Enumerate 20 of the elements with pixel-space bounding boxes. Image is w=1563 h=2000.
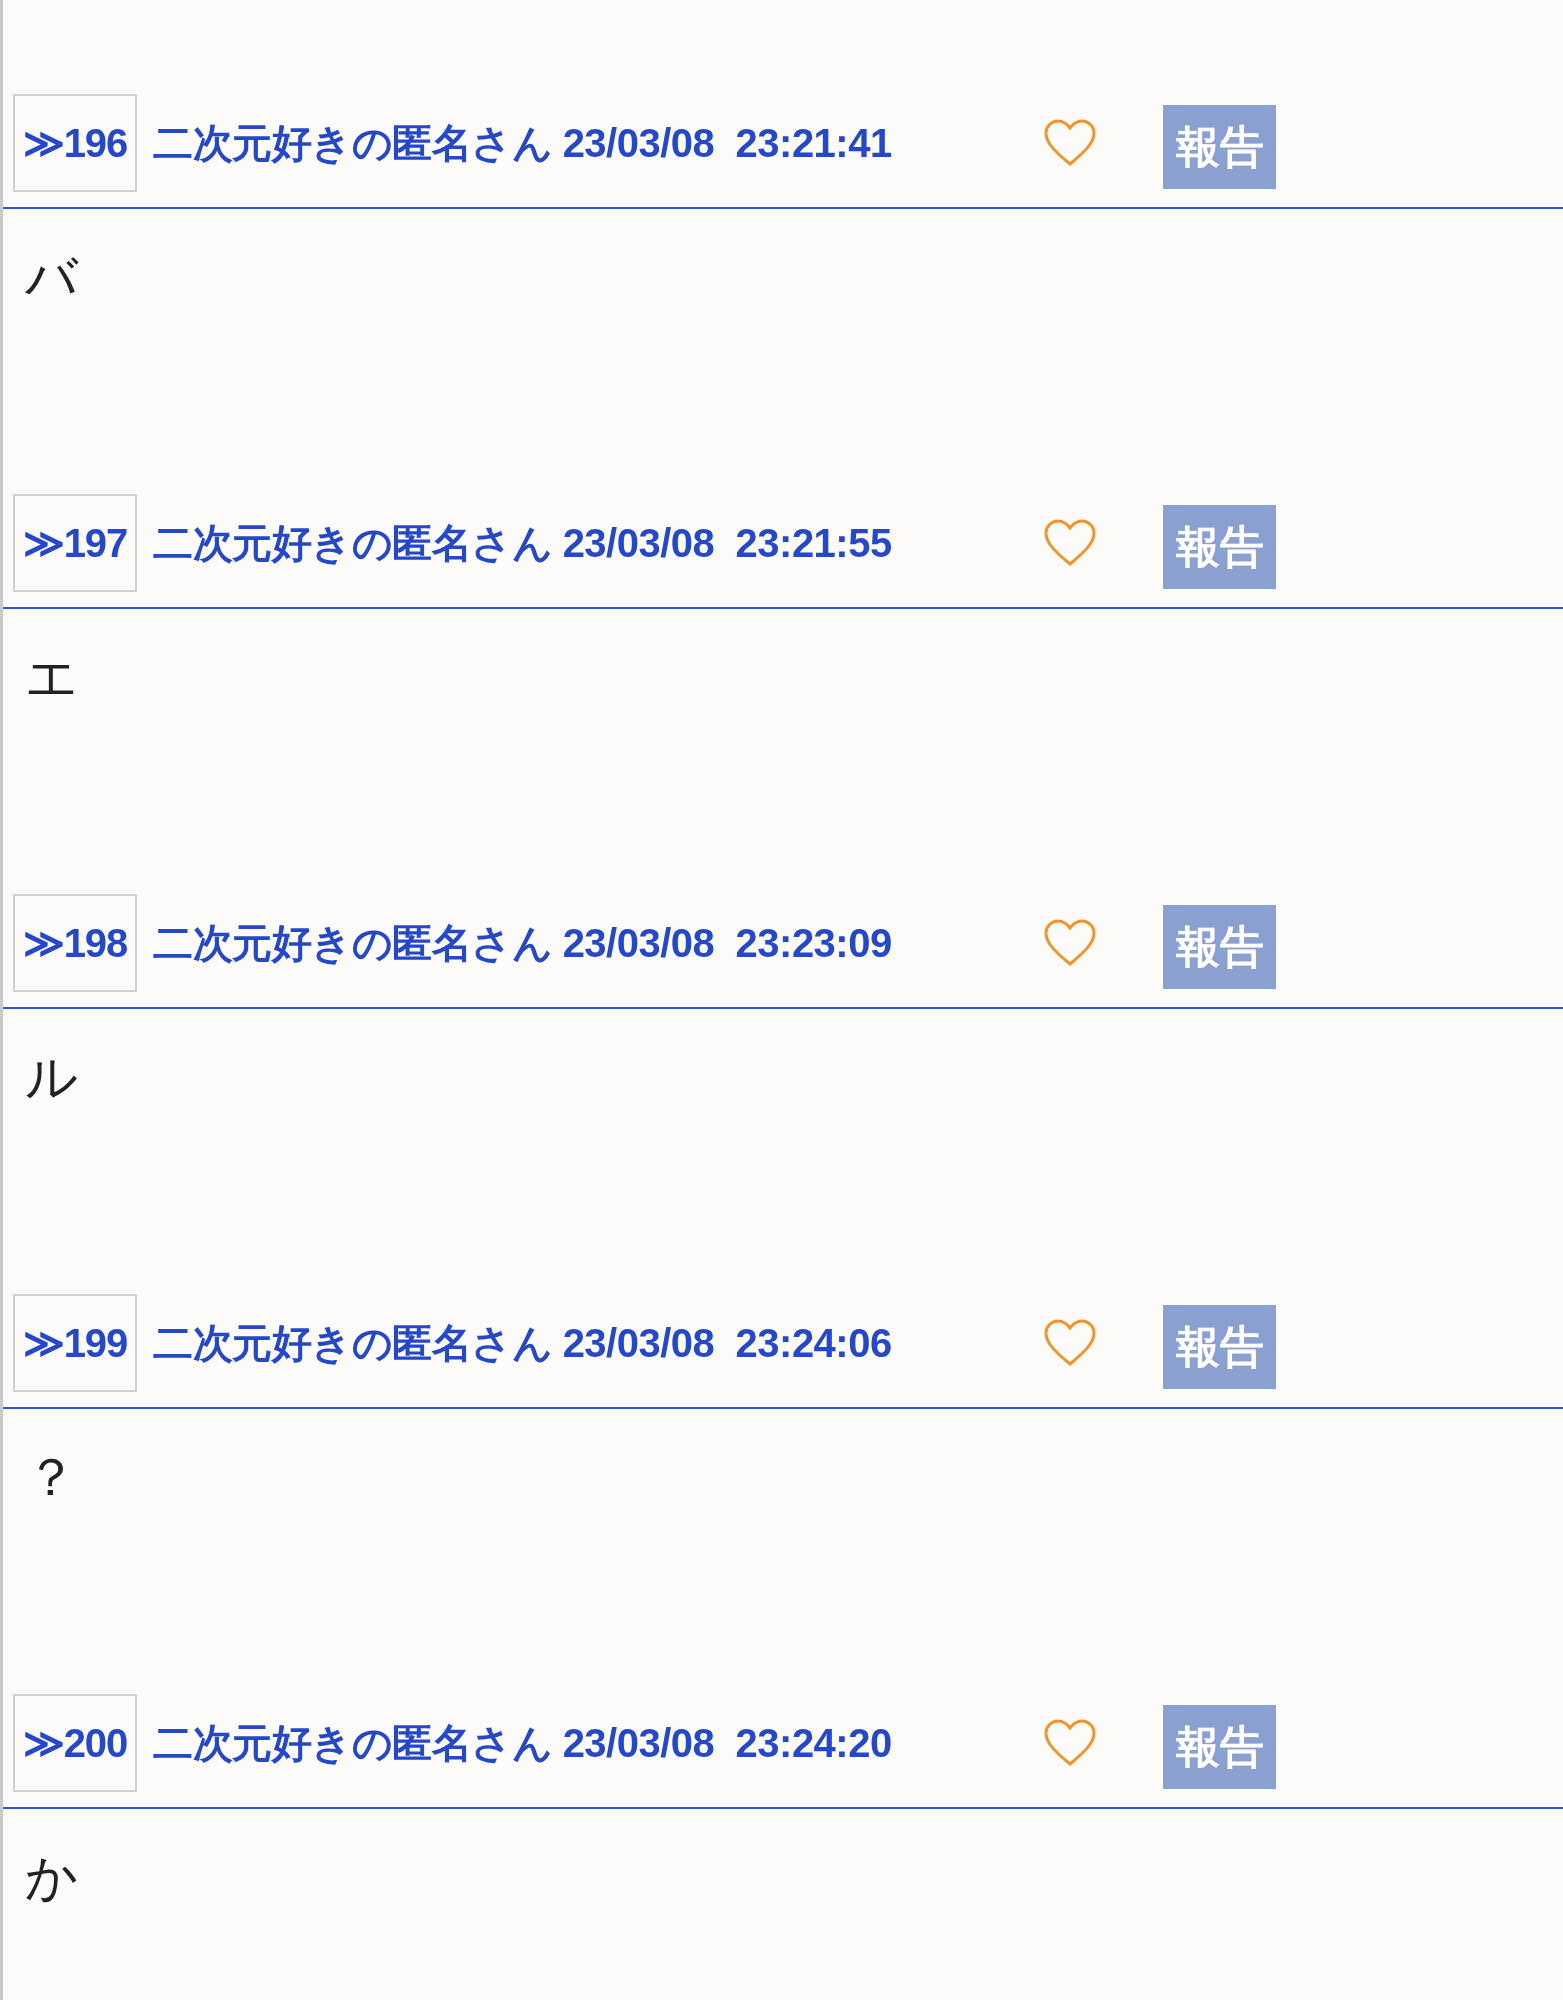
post-number-link[interactable]: ≫200	[13, 1694, 137, 1792]
post-number-link[interactable]: ≫198	[13, 894, 137, 992]
post-body: エ	[24, 646, 79, 707]
post-body: ル	[24, 1046, 79, 1107]
heart-icon[interactable]	[1043, 118, 1097, 168]
post-body: か	[24, 1846, 79, 1907]
post-body: ？	[24, 1446, 78, 1507]
post-number-link[interactable]: ≫197	[13, 494, 137, 592]
post-meta: 二次元好きの匿名さん 23/03/08 23:21:41	[153, 119, 893, 167]
heart-icon[interactable]	[1043, 1718, 1097, 1768]
post-number-link[interactable]: ≫196	[13, 94, 137, 192]
heart-icon[interactable]	[1043, 1318, 1097, 1368]
post-number-link[interactable]: ≫199	[13, 1294, 137, 1392]
post-body: バ	[24, 246, 80, 307]
heart-icon[interactable]	[1043, 518, 1097, 568]
post-meta: 二次元好きの匿名さん 23/03/08 23:23:09	[153, 919, 893, 967]
post-meta: 二次元好きの匿名さん 23/03/08 23:21:55	[153, 519, 893, 567]
post-meta: 二次元好きの匿名さん 23/03/08 23:24:06	[153, 1319, 893, 1367]
post-meta: 二次元好きの匿名さん 23/03/08 23:24:20	[153, 1719, 893, 1767]
heart-icon[interactable]	[1043, 918, 1097, 968]
